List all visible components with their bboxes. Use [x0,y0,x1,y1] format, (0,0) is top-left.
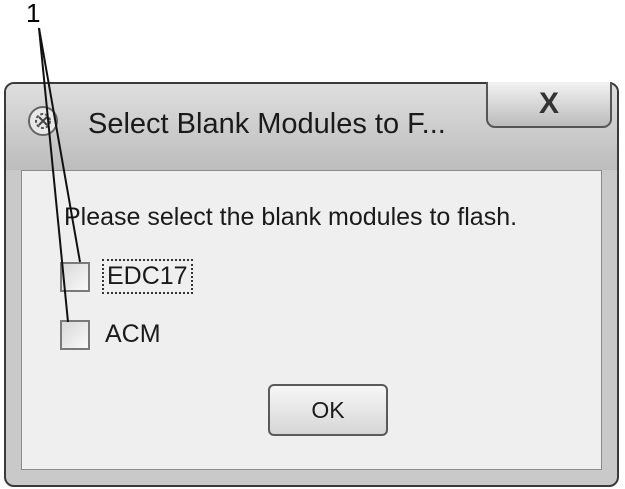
app-icon [28,106,58,136]
instruction-text: Please select the blank modules to flash… [64,203,518,231]
option-label-edc17: EDC17 [102,259,193,294]
ok-button[interactable]: OK [268,384,388,436]
dialog-content: Please select the blank modules to flash… [21,170,602,470]
dialog-window: Select Blank Modules to F... X Please se… [4,82,619,487]
checkbox-edc17[interactable] [60,261,90,292]
option-label-acm: ACM [105,320,161,348]
title-bar: Select Blank Modules to F... X [6,82,617,170]
checkbox-acm[interactable] [60,319,90,350]
close-button[interactable]: X [486,82,612,128]
option-edc17[interactable]: EDC17 [60,259,193,294]
callout-number: 1 [26,0,41,28]
dialog-title: Select Blank Modules to F... [88,108,446,140]
option-acm[interactable]: ACM [60,319,164,350]
close-icon: X [538,87,559,120]
